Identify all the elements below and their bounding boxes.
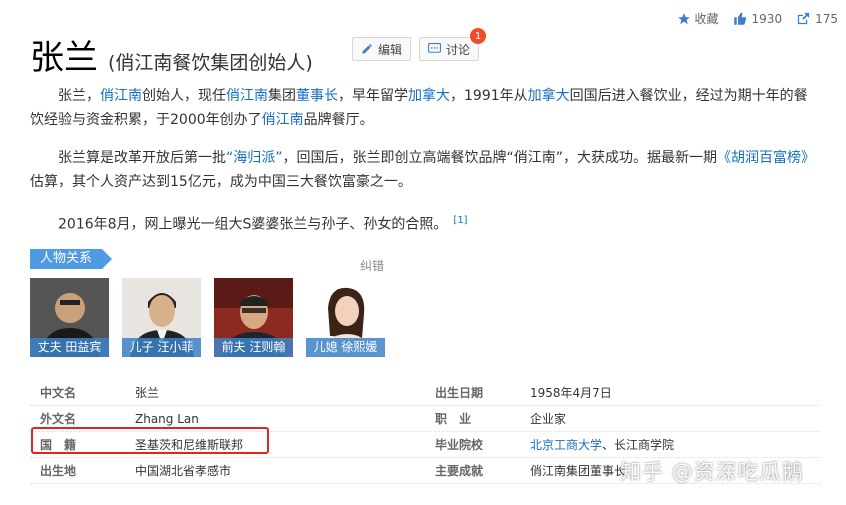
nationality-highlight-box (31, 427, 269, 454)
paragraph-1: 张兰，俏江南创始人，现任俏江南集团董事长，早年留学加拿大，1991年从加拿大回国… (30, 88, 808, 128)
link-qiaojiangnan[interactable]: 俏江南 (226, 88, 268, 104)
person-card[interactable]: 前夫 汪则翰 (214, 278, 293, 357)
chat-icon (428, 43, 442, 53)
favorite-button[interactable]: 收藏 (677, 10, 719, 27)
person-caption: 丈夫 田益宾 (30, 338, 109, 357)
edit-label: 编辑 (378, 42, 403, 57)
correct-button[interactable]: 纠错 (360, 257, 384, 274)
person-caption: 儿媳 徐熙媛 (306, 338, 385, 357)
link-chairman[interactable]: 董事长 (296, 88, 338, 104)
info-value: Zhang Lan (135, 411, 199, 426)
link-canada[interactable]: 加拿大 (528, 88, 570, 104)
table-row: 中文名 张兰 出生日期 1958年4月7日 (30, 380, 820, 406)
link-canada[interactable]: 加拿大 (408, 88, 450, 104)
favorite-label: 收藏 (694, 12, 719, 26)
title-row: 张兰 (俏江南餐饮集团创始人) (30, 30, 313, 79)
person-card[interactable]: 儿媳 徐熙媛 (306, 278, 385, 357)
link-qiaojiangnan[interactable]: 俏江南 (100, 88, 142, 104)
reference-link[interactable]: [1] (453, 215, 467, 226)
like-count: 1930 (751, 11, 783, 26)
title-buttons: 编辑 讨论 1 (352, 28, 487, 61)
link-qiaojiangnan[interactable]: 俏江南 (262, 112, 304, 128)
top-action-bar: 收藏 1930 175 (677, 10, 838, 27)
like-button[interactable]: 1930 (733, 11, 783, 26)
person-caption: 儿子 汪小菲 (122, 338, 201, 357)
person-card[interactable]: 儿子 汪小菲 (122, 278, 201, 357)
pencil-icon (362, 44, 372, 54)
info-label: 主要成就 (435, 464, 484, 478)
info-label: 毕业院校 (435, 438, 484, 452)
link-btbu[interactable]: 北京工商大学 (530, 438, 602, 452)
discuss-button[interactable]: 讨论 1 (419, 28, 487, 61)
page-subtitle: (俏江南餐饮集团创始人) (108, 52, 313, 74)
star-icon (677, 12, 690, 24)
info-value: 北京工商大学、长江商学院 (530, 438, 675, 452)
info-value: 企业家 (530, 412, 567, 426)
discuss-label: 讨论 (446, 42, 471, 57)
share-button[interactable]: 175 (796, 11, 838, 26)
info-label: 中文名 (40, 386, 77, 400)
share-count: 175 (815, 11, 838, 26)
person-caption: 前夫 汪则翰 (214, 338, 293, 357)
info-value: 1958年4月7日 (530, 386, 612, 400)
info-label: 外文名 (40, 412, 77, 426)
zhihu-watermark: 知乎 @资深吃瓜鹅 (620, 460, 804, 484)
paragraph-3: 2016年8月，网上曝光一组大S婆婆张兰与孙子、孙女的合照。 [1] (58, 215, 468, 233)
info-label: 职 业 (435, 412, 472, 426)
paragraph-2: 张兰算是改革开放后第一批“海归派”，回国后，张兰即创立高端餐饮品牌“俏江南”，大… (30, 150, 816, 190)
person-card[interactable]: 丈夫 田益宾 (30, 278, 109, 357)
share-icon (797, 12, 810, 25)
info-value: 中国湖北省孝感市 (135, 464, 232, 478)
relations-list: 丈夫 田益宾 儿子 汪小菲 前夫 汪则翰 儿媳 徐熙媛 (30, 278, 385, 357)
edit-button[interactable]: 编辑 (352, 37, 412, 61)
relations-tag: 人物关系 (30, 249, 113, 269)
thumbs-up-icon (733, 12, 746, 25)
discuss-badge: 1 (470, 28, 487, 44)
page-title: 张兰 (30, 38, 98, 78)
info-label: 出生地 (40, 464, 77, 478)
info-label: 出生日期 (435, 386, 484, 400)
link-hurun-list[interactable]: 《胡润百富榜》 (717, 150, 815, 166)
info-value: 张兰 (135, 386, 160, 400)
link-haiguipai[interactable]: “海归派” (226, 150, 283, 166)
info-value: 俏江南集团董事长 (530, 464, 627, 478)
